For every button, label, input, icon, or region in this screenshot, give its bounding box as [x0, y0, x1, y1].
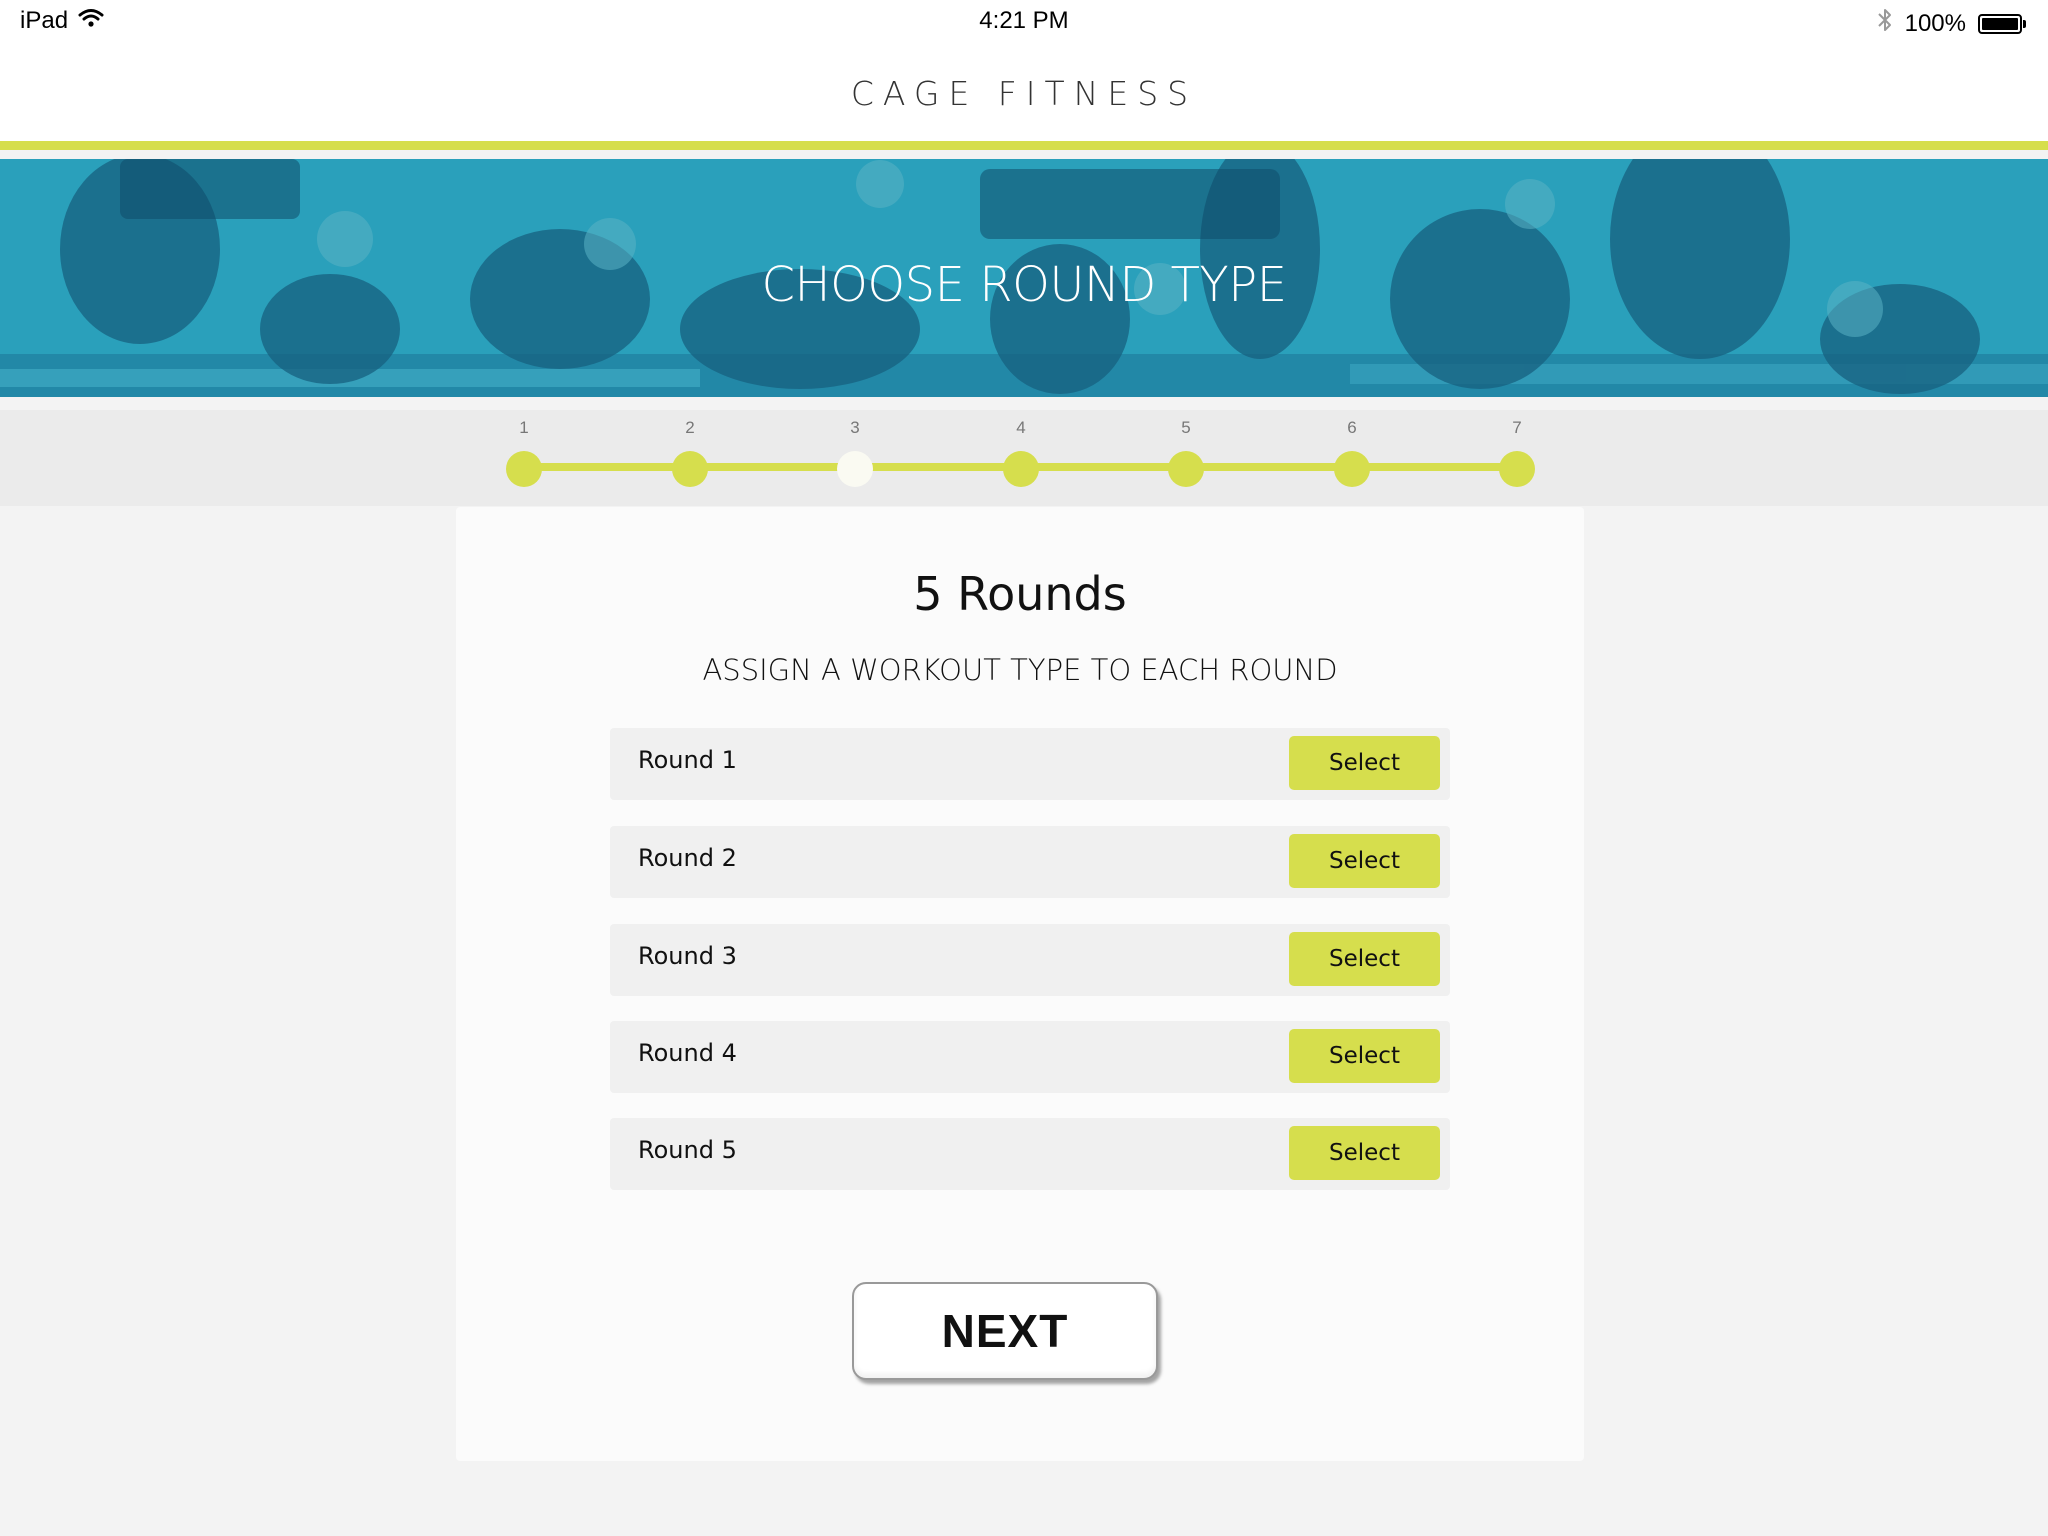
stepper-step-6[interactable]: 6: [1322, 418, 1382, 487]
status-right: 100%: [1877, 7, 2026, 40]
stepper-step-4[interactable]: 4: [991, 418, 1051, 487]
stepper-step-2[interactable]: 2: [660, 418, 720, 487]
battery-percent: 100%: [1904, 9, 1966, 37]
app-screen: iPad 4:21 PM 100% CAGE FITNESS CHOOSE RO…: [0, 0, 2048, 1536]
select-round-5-button[interactable]: Select: [1289, 1126, 1440, 1180]
round-row-5: Round 5 Select: [610, 1118, 1450, 1190]
step-dot: [1003, 451, 1039, 487]
select-round-4-button[interactable]: Select: [1289, 1029, 1440, 1083]
round-row-4: Round 4 Select: [610, 1021, 1450, 1093]
round-row-3: Round 3 Select: [610, 924, 1450, 996]
rounds-card: 5 Rounds ASSIGN A WORKOUT TYPE TO EACH R…: [456, 507, 1584, 1461]
step-number: 4: [1016, 418, 1026, 437]
round-label: Round 5: [638, 1136, 737, 1164]
app-title: CAGE FITNESS: [850, 74, 1198, 113]
status-time: 4:21 PM: [979, 7, 1069, 34]
status-bar: iPad 4:21 PM 100%: [0, 0, 2048, 42]
battery-icon: [1978, 13, 2026, 34]
round-row-1: Round 1 Select: [610, 728, 1450, 800]
step-dot: [1168, 451, 1204, 487]
select-round-3-button[interactable]: Select: [1289, 932, 1440, 986]
round-label: Round 3: [638, 942, 737, 970]
next-button[interactable]: NEXT: [852, 1282, 1158, 1380]
step-number: 7: [1512, 418, 1522, 437]
round-row-2: Round 2 Select: [610, 826, 1450, 898]
step-dot: [1334, 451, 1370, 487]
hero-title: CHOOSE ROUND TYPE: [761, 257, 1287, 313]
rounds-heading: 5 Rounds: [913, 567, 1127, 621]
round-label: Round 4: [638, 1039, 737, 1067]
app-header: CAGE FITNESS: [0, 42, 2048, 150]
round-label: Round 1: [638, 746, 737, 774]
progress-stepper: 1 2 3 4 5 6 7: [0, 410, 2048, 506]
stepper-step-1[interactable]: 1: [494, 418, 554, 487]
step-dot: [837, 451, 873, 487]
stepper-step-7[interactable]: 7: [1487, 418, 1547, 487]
step-dot: [672, 451, 708, 487]
step-number: 6: [1347, 418, 1357, 437]
step-dot: [506, 451, 542, 487]
round-label: Round 2: [638, 844, 737, 872]
step-number: 5: [1181, 418, 1191, 437]
step-number: 2: [685, 418, 695, 437]
select-round-1-button[interactable]: Select: [1289, 736, 1440, 790]
hero-banner: CHOOSE ROUND TYPE: [0, 159, 2048, 397]
step-dot: [1499, 451, 1535, 487]
step-number: 3: [850, 418, 860, 437]
select-round-2-button[interactable]: Select: [1289, 834, 1440, 888]
step-number: 1: [519, 418, 529, 437]
bluetooth-icon: [1877, 7, 1893, 40]
rounds-instruction: ASSIGN A WORKOUT TYPE TO EACH ROUND: [702, 653, 1338, 687]
stepper-step-5[interactable]: 5: [1156, 418, 1216, 487]
stepper-step-3[interactable]: 3: [825, 418, 885, 487]
